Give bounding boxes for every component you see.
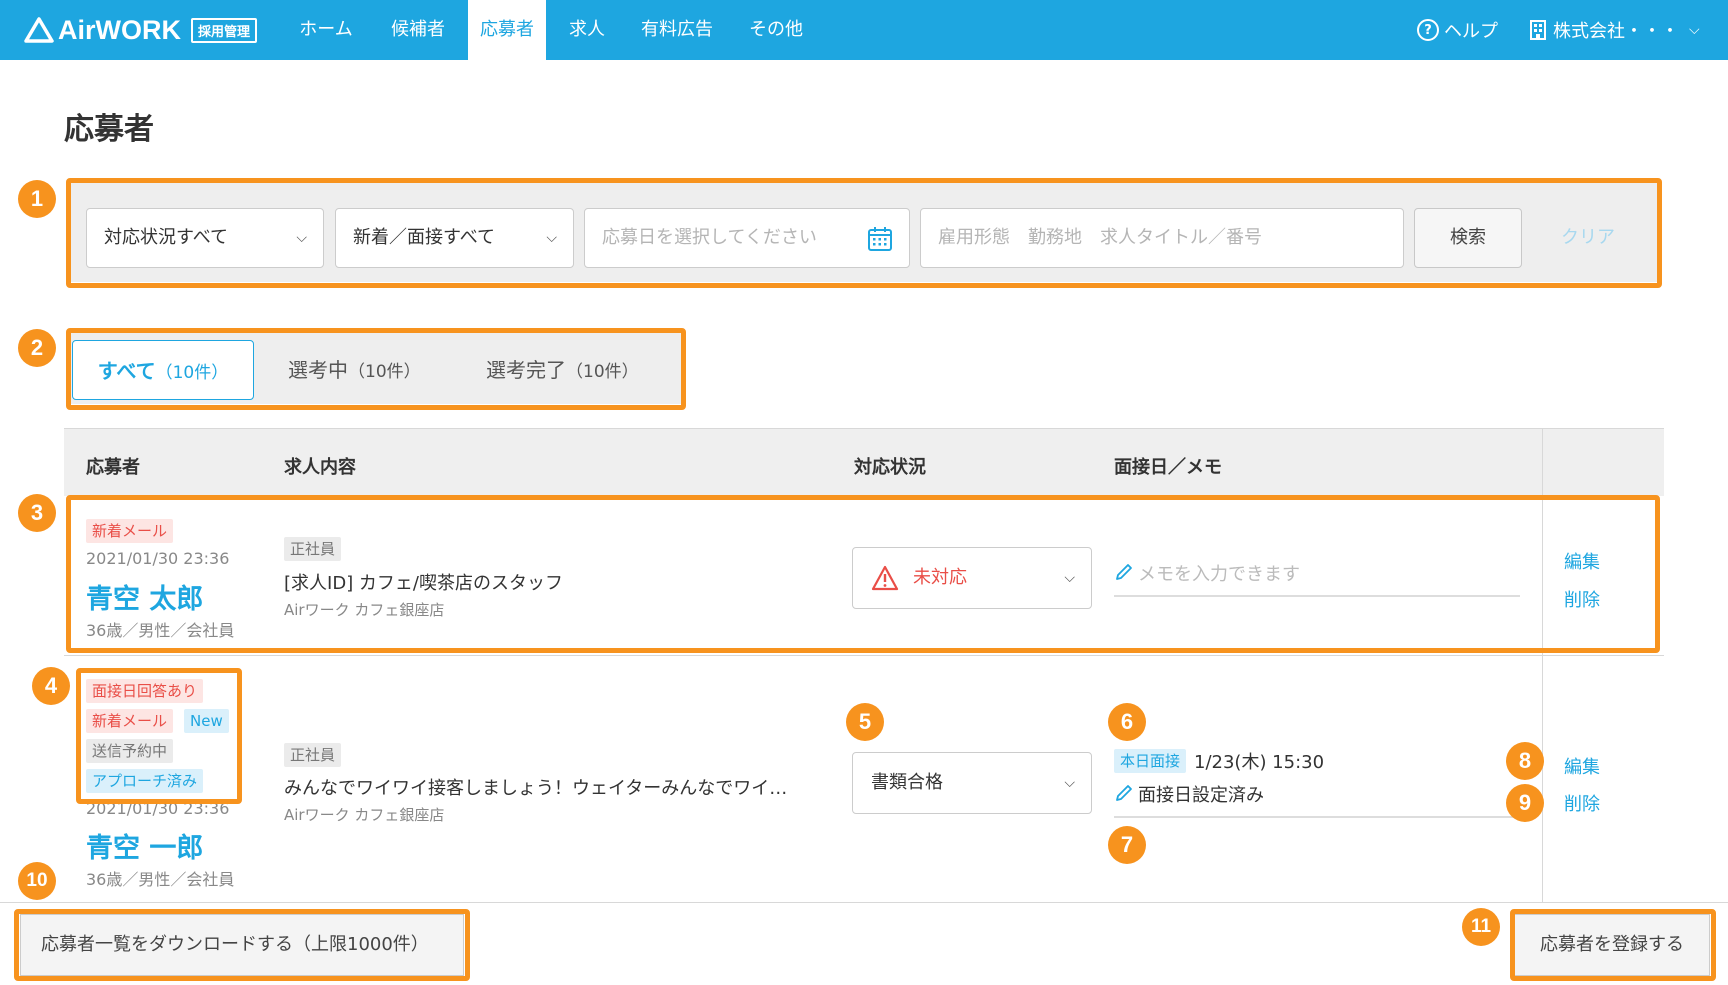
pencil-icon: [1116, 564, 1132, 580]
airwork-logo-icon: [24, 17, 54, 43]
marker-10: 10: [18, 862, 56, 900]
tab-selection-complete-count: （10件）: [566, 362, 639, 382]
memo-underline: [1114, 595, 1520, 597]
column-header-job: 求人内容: [284, 457, 356, 478]
interview-date-answered-tag: 面接日回答あり: [86, 679, 204, 703]
status-filter-value: 対応状況すべて: [104, 227, 229, 248]
status-value: 未対応: [913, 567, 967, 588]
column-header-status: 対応状況: [854, 457, 926, 478]
today-interview-badge: 本日面接: [1114, 749, 1187, 773]
scheduled-send-tag: 送信予約中: [86, 739, 174, 763]
nav-applicants[interactable]: 応募者: [468, 0, 546, 60]
job-title[interactable]: みんなでワイワイ接客しましょう！ウェイターみんなでワイ…: [284, 774, 787, 800]
tab-selection-complete-label: 選考完了: [486, 358, 566, 382]
logo-text: AirWORK: [58, 14, 181, 45]
marker-5: 5: [846, 703, 884, 741]
interview-datetime: 1/23(木) 15:30: [1194, 752, 1325, 773]
application-date: 2021/01/30 23:36: [86, 549, 230, 568]
column-header-interview-memo: 面接日／メモ: [1114, 457, 1222, 478]
new-tag: New: [184, 709, 229, 733]
clear-button[interactable]: クリア: [1540, 208, 1636, 268]
new-interview-filter-select[interactable]: 新着／面接すべて ⌵: [335, 208, 574, 268]
column-divider: [1542, 428, 1543, 902]
delete-link[interactable]: 削除: [1564, 790, 1600, 816]
logo-badge: 採用管理: [191, 17, 258, 43]
nav-candidates[interactable]: 候補者: [378, 0, 458, 60]
calendar-icon[interactable]: [867, 226, 893, 252]
tab-in-selection[interactable]: 選考中（10件）: [288, 340, 421, 400]
airwork-logo[interactable]: AirWORK 採用管理: [24, 14, 258, 46]
memo-placeholder: メモを入力できます: [1138, 564, 1300, 585]
chevron-down-icon: ⌵: [1689, 22, 1700, 38]
help-label: ヘルプ: [1444, 21, 1498, 42]
memo-field[interactable]: メモを入力できます: [1114, 560, 1300, 586]
applicant-name[interactable]: 青空 太郎: [86, 577, 203, 616]
memo-field[interactable]: 面接日設定済み: [1114, 781, 1264, 807]
marker-1: 1: [18, 180, 56, 218]
tab-in-selection-label: 選考中: [288, 358, 348, 382]
memo-underline: [1114, 816, 1520, 818]
status-value: 書類合格: [871, 772, 943, 793]
employment-type-tag: 正社員: [284, 537, 342, 561]
nav-other[interactable]: その他: [736, 0, 816, 60]
job-title[interactable]: [求人ID] カフェ/喫茶店のスタッフ: [284, 569, 563, 595]
keyword-placeholder: 雇用形態 勤務地 求人タイトル／番号: [938, 227, 1262, 248]
company-label: 株式会社・・・: [1553, 21, 1679, 42]
top-navigation-bar: AirWORK 採用管理 ホーム 候補者 応募者 求人 有料広告 その他 ? ヘ…: [0, 0, 1728, 60]
status-select[interactable]: 書類合格 ⌵: [852, 752, 1092, 814]
pencil-icon: [1116, 785, 1132, 801]
marker-6: 6: [1108, 703, 1146, 741]
tab-all-count: （10件）: [155, 363, 229, 383]
marker-7: 7: [1108, 826, 1146, 864]
application-date-input[interactable]: 応募日を選択してください: [584, 208, 910, 268]
marker-3: 3: [18, 494, 56, 532]
applicant-name[interactable]: 青空 一郎: [86, 826, 203, 865]
help-link[interactable]: ? ヘルプ: [1417, 0, 1498, 60]
chevron-down-icon: ⌵: [1064, 775, 1075, 791]
status-filter-select[interactable]: 対応状況すべて ⌵: [86, 208, 324, 268]
delete-link[interactable]: 削除: [1564, 586, 1600, 612]
new-interview-filter-value: 新着／面接すべて: [353, 227, 496, 248]
employment-type-tag: 正社員: [284, 743, 342, 767]
new-mail-tag: 新着メール: [86, 519, 174, 543]
register-applicant-button[interactable]: 応募者を登録する: [1514, 914, 1710, 976]
date-placeholder: 応募日を選択してください: [602, 227, 817, 248]
building-icon: [1530, 20, 1546, 40]
tab-all-label: すべて: [97, 359, 156, 383]
status-select[interactable]: 未対応 ⌵: [852, 547, 1092, 609]
nav-jobs[interactable]: 求人: [556, 0, 618, 60]
marker-4: 4: [32, 667, 70, 705]
download-list-button[interactable]: 応募者一覧をダウンロードする（上限1000件）: [20, 914, 464, 976]
tab-selection-complete[interactable]: 選考完了（10件）: [486, 340, 639, 400]
marker-8: 8: [1506, 742, 1544, 780]
job-shop: Airワーク カフェ銀座店: [284, 601, 445, 619]
help-icon: ?: [1417, 19, 1439, 41]
search-button[interactable]: 検索: [1414, 208, 1522, 268]
company-menu[interactable]: 株式会社・・・ ⌵: [1528, 0, 1700, 60]
job-shop: Airワーク カフェ銀座店: [284, 806, 445, 824]
tab-all[interactable]: すべて（10件）: [72, 340, 254, 400]
marker-2: 2: [18, 329, 56, 367]
nav-paid-ads[interactable]: 有料広告: [628, 0, 726, 60]
chevron-down-icon: ⌵: [546, 230, 557, 246]
page-title: 応募者: [64, 112, 154, 147]
new-mail-tag: 新着メール: [86, 709, 174, 733]
marker-11: 11: [1462, 908, 1500, 946]
edit-link[interactable]: 編集: [1564, 548, 1600, 574]
applicant-profile: 36歳／男性／会社員: [86, 621, 235, 640]
tab-in-selection-count: （10件）: [348, 362, 421, 382]
column-header-applicant: 応募者: [86, 457, 140, 478]
applicant-profile: 36歳／男性／会社員: [86, 870, 235, 889]
approached-tag: アプローチ済み: [86, 769, 204, 793]
keyword-search-input[interactable]: 雇用形態 勤務地 求人タイトル／番号: [920, 208, 1404, 268]
warning-icon: [871, 565, 899, 591]
chevron-down-icon: ⌵: [1064, 570, 1075, 586]
edit-link[interactable]: 編集: [1564, 753, 1600, 779]
nav-home[interactable]: ホーム: [284, 0, 368, 60]
marker-9: 9: [1506, 784, 1544, 822]
application-date: 2021/01/30 23:36: [86, 799, 230, 818]
row-divider: [64, 655, 1664, 656]
chevron-down-icon: ⌵: [296, 230, 307, 246]
memo-text: 面接日設定済み: [1138, 785, 1264, 806]
